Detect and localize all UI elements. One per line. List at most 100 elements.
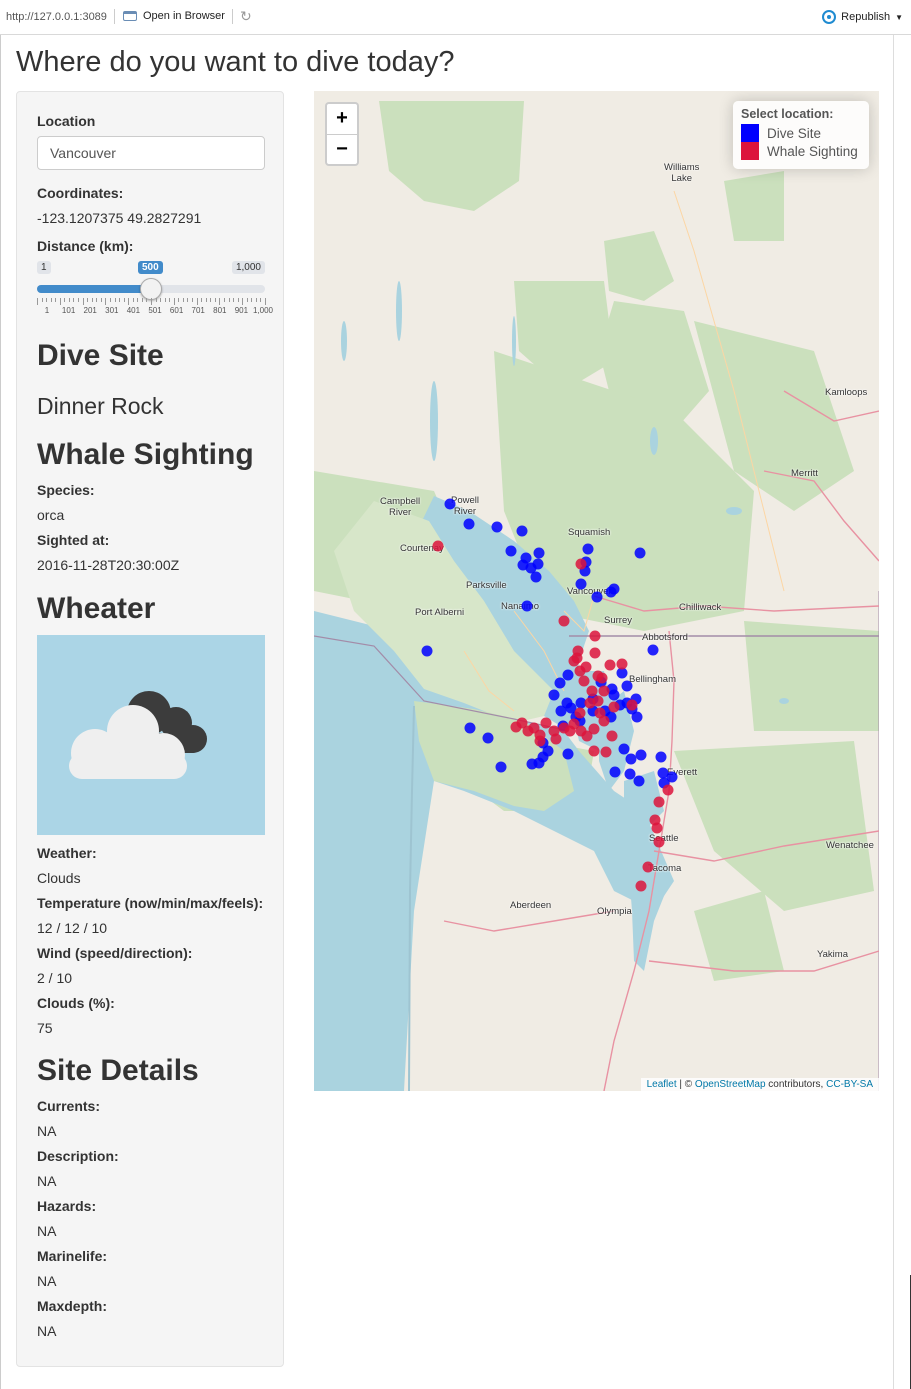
legend-title: Select location: <box>741 107 834 121</box>
sidebar-panel: Location Vancouver Coordinates: -123.120… <box>16 91 284 1367</box>
whale-sighting-marker[interactable] <box>635 880 647 892</box>
site-details-heading: Site Details <box>37 1054 199 1087</box>
slider-tick <box>64 298 66 302</box>
whale-sighting-marker[interactable] <box>616 658 628 670</box>
slider-tick <box>214 298 216 302</box>
whale-sighting-marker[interactable] <box>662 784 674 796</box>
whale-sighting-marker[interactable] <box>564 725 576 737</box>
dive-site-marker[interactable] <box>633 775 645 787</box>
whale-sighting-marker[interactable] <box>598 685 610 697</box>
dive-site-marker[interactable] <box>444 498 456 510</box>
dive-site-marker[interactable] <box>618 743 630 755</box>
dive-site-marker[interactable] <box>624 768 636 780</box>
dive-site-marker[interactable] <box>463 518 475 530</box>
whale-sighting-marker[interactable] <box>606 730 618 742</box>
whale-sighting-marker[interactable] <box>589 630 601 642</box>
dive-site-marker[interactable] <box>635 749 647 761</box>
dive-site-marker[interactable] <box>609 766 621 778</box>
wind-label: Wind (speed/direction): <box>37 945 193 961</box>
location-input[interactable]: Vancouver <box>37 136 265 170</box>
slider-tick-label: 201 <box>83 306 97 315</box>
whale-sighting-marker[interactable] <box>586 685 598 697</box>
whale-sighting-marker[interactable] <box>571 652 583 664</box>
dive-site-marker[interactable] <box>562 748 574 760</box>
dive-site-marker[interactable] <box>608 583 620 595</box>
dive-site-marker[interactable] <box>608 689 620 701</box>
dive-site-marker[interactable] <box>562 669 574 681</box>
coordinates-label: Coordinates: <box>37 185 124 201</box>
whale-sighting-marker[interactable] <box>584 697 596 709</box>
whale-sighting-marker[interactable] <box>432 540 444 552</box>
slider-tick <box>219 298 221 305</box>
leaflet-map[interactable]: Williams Lake Kamloops Merritt Campbell Ri… <box>314 91 879 1091</box>
dive-site-marker[interactable] <box>464 722 476 734</box>
dive-site-marker[interactable] <box>526 758 538 770</box>
whale-sighting-marker[interactable] <box>653 836 665 848</box>
vertical-scrollbar[interactable] <box>893 35 911 1389</box>
dive-site-marker[interactable] <box>647 644 659 656</box>
whale-sighting-marker[interactable] <box>574 707 586 719</box>
dive-site-marker[interactable] <box>520 552 532 564</box>
slider-handle[interactable] <box>139 278 162 300</box>
whale-sighting-marker[interactable] <box>598 715 610 727</box>
whale-sighting-marker[interactable] <box>596 672 608 684</box>
slider-tick <box>173 298 175 305</box>
dive-site-marker[interactable] <box>530 571 542 583</box>
zoom-in-button[interactable]: + <box>327 104 357 135</box>
dive-site-marker[interactable] <box>582 543 594 555</box>
whale-sighting-marker[interactable] <box>626 699 638 711</box>
zoom-out-button[interactable]: − <box>327 135 357 165</box>
whale-sighting-marker[interactable] <box>588 745 600 757</box>
leaflet-link[interactable]: Leaflet <box>647 1079 677 1090</box>
open-in-browser-button[interactable]: Open in Browser <box>123 10 225 22</box>
whale-sighting-marker[interactable] <box>653 796 665 808</box>
dive-site-marker[interactable] <box>421 645 433 657</box>
slider-tick-label: 1 <box>44 306 50 315</box>
whale-sighting-marker[interactable] <box>510 721 522 733</box>
dive-site-marker[interactable] <box>666 771 678 783</box>
dive-site-marker[interactable] <box>634 547 646 559</box>
slider-tick <box>210 298 212 302</box>
slider-tick <box>260 298 262 302</box>
dive-site-marker[interactable] <box>482 732 494 744</box>
dive-site-marker[interactable] <box>548 689 560 701</box>
whale-sighting-marker[interactable] <box>522 725 534 737</box>
whale-sighting-marker[interactable] <box>651 822 663 834</box>
whale-sighting-marker[interactable] <box>580 661 592 673</box>
dive-site-marker[interactable] <box>491 521 503 533</box>
legend-label: Whale Sighting <box>767 143 858 159</box>
dive-site-marker[interactable] <box>505 545 517 557</box>
osm-link[interactable]: OpenStreetMap <box>695 1079 766 1090</box>
dive-site-marker[interactable] <box>516 525 528 537</box>
whale-sighting-marker[interactable] <box>589 647 601 659</box>
whale-sighting-marker[interactable] <box>558 615 570 627</box>
dive-site-marker[interactable] <box>532 558 544 570</box>
dive-site-marker[interactable] <box>555 705 567 717</box>
whale-sighting-marker[interactable] <box>534 735 546 747</box>
dive-site-marker[interactable] <box>575 578 587 590</box>
whale-sighting-marker[interactable] <box>608 701 620 713</box>
slider-tick <box>228 298 230 302</box>
distance-slider[interactable]: 1 500 1,000 1 101 201 301 401 501 601 701 801 901… <box>37 258 273 318</box>
whale-sighting-marker[interactable] <box>600 746 612 758</box>
slider-tick <box>37 298 38 305</box>
map-legend: Select location: Dive Site Whale Sightin… <box>733 101 869 169</box>
dive-site-marker[interactable] <box>625 753 637 765</box>
license-link[interactable]: CC-BY-SA <box>826 1079 873 1090</box>
dive-site-marker[interactable] <box>554 677 566 689</box>
refresh-icon[interactable]: ↻ <box>240 8 252 25</box>
republish-button[interactable]: Republish ▼ <box>822 10 903 24</box>
dive-site-marker[interactable] <box>655 751 667 763</box>
whale-sighting-marker[interactable] <box>604 659 616 671</box>
dive-site-marker[interactable] <box>533 547 545 559</box>
dive-site-marker[interactable] <box>495 761 507 773</box>
whale-sighting-marker[interactable] <box>642 861 654 873</box>
dive-site-marker[interactable] <box>591 591 603 603</box>
dive-site-marker[interactable] <box>521 600 533 612</box>
url-text[interactable]: http://127.0.0.1:3089 <box>6 11 107 23</box>
whale-sighting-marker[interactable] <box>550 733 562 745</box>
whale-sighting-marker[interactable] <box>578 675 590 687</box>
dive-site-marker[interactable] <box>621 680 633 692</box>
whale-sighting-marker[interactable] <box>540 717 552 729</box>
whale-sighting-marker[interactable] <box>575 558 587 570</box>
